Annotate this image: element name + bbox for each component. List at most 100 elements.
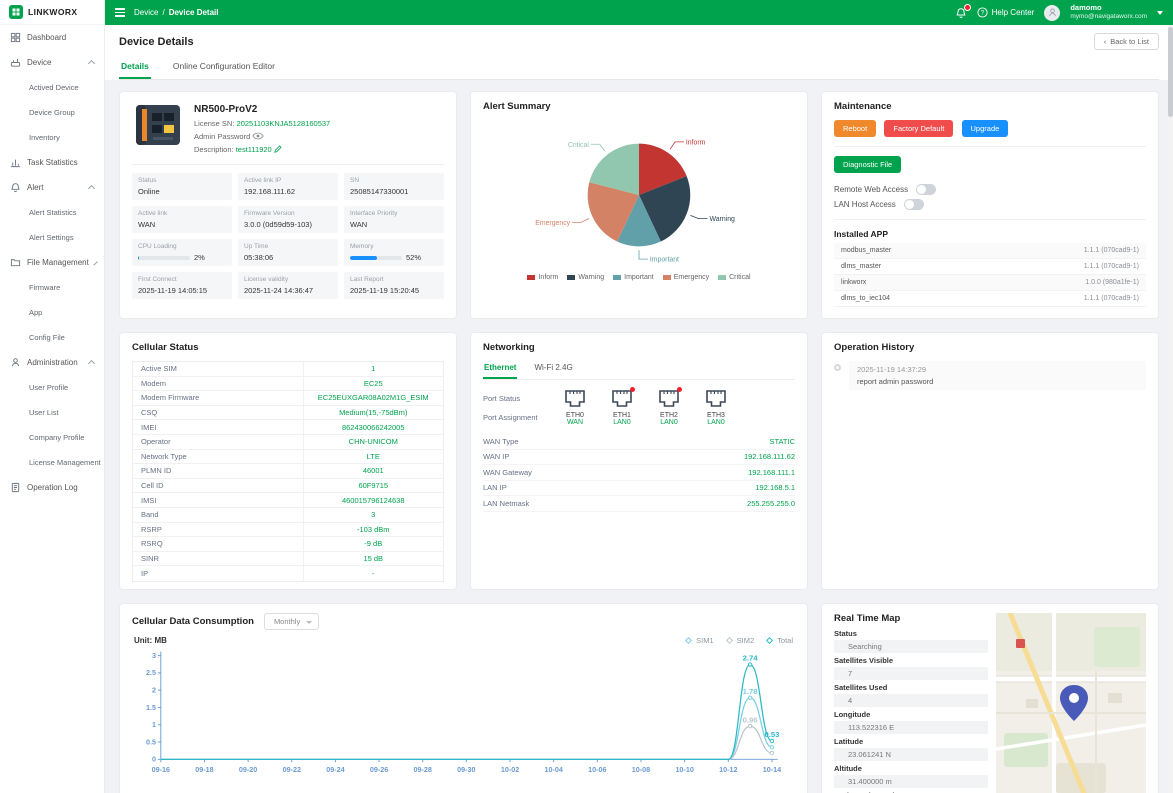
diagnostic-file-button[interactable]: Diagnostic File xyxy=(834,156,901,173)
legend-item-sim2[interactable]: SIM2 xyxy=(727,636,755,645)
notifications-button[interactable] xyxy=(955,7,967,19)
legend-item-important[interactable]: Important xyxy=(613,274,654,281)
divider xyxy=(834,219,1146,220)
svg-text:09-26: 09-26 xyxy=(370,765,388,774)
ethernet-port-icon xyxy=(705,389,727,408)
map-field-altitude: Altitude31.400000 m xyxy=(834,764,988,788)
svg-text:0.53: 0.53 xyxy=(764,730,779,739)
sidebar-item-alert-statistics[interactable]: Alert Statistics xyxy=(0,200,104,225)
upgrade-button[interactable]: Upgrade xyxy=(962,120,1009,137)
sidebar-item-dashboard[interactable]: Dashboard xyxy=(0,25,104,50)
table-row: WAN IP192.168.111.62 xyxy=(483,450,795,466)
avatar[interactable] xyxy=(1044,5,1060,21)
alert-icon xyxy=(10,182,21,193)
user-icon xyxy=(1047,7,1058,18)
sidebar-item-license-management[interactable]: License Management xyxy=(0,450,104,475)
cpu-progress-bar xyxy=(138,256,190,260)
help-center-button[interactable]: ? Help Center xyxy=(977,7,1035,18)
sidebar-item-device-group[interactable]: Device Group xyxy=(0,100,104,125)
map-field-latitude: Latitude23.061241 N xyxy=(834,737,988,761)
sidebar-item-device[interactable]: Device xyxy=(0,50,104,75)
sidebar-item-user-list[interactable]: User List xyxy=(0,400,104,425)
port-eth1: ETH1 LAN0 xyxy=(606,389,638,426)
license-line: License SN: 20251103KNJA5128160537 xyxy=(194,118,330,131)
sidebar-item-label: User Profile xyxy=(29,383,68,392)
map-field-satellites-visible: Satellites Visible7 xyxy=(834,656,988,680)
edit-pencil-icon[interactable] xyxy=(274,145,282,153)
sidebar-item-label: Task Statistics xyxy=(27,158,78,167)
legend-item-emergency[interactable]: Emergency xyxy=(663,274,709,281)
ethernet-port-icon xyxy=(611,389,633,408)
maintenance-card: Maintenance Reboot Factory Default Upgra… xyxy=(821,91,1159,319)
legend-marker xyxy=(766,637,773,644)
history-time: 2025-11-19 14:37:29 xyxy=(857,365,1138,374)
user-menu[interactable]: damomo mymo@navigataworx.com xyxy=(1070,4,1147,20)
table-row: Active SIM1 xyxy=(133,362,443,377)
tab-online-configuration-editor[interactable]: Online Configuration Editor xyxy=(171,58,277,79)
breadcrumb-section[interactable]: Device xyxy=(134,8,158,17)
table-row: SINR15 dB xyxy=(133,552,443,567)
lan-host-access-row: LAN Host Access xyxy=(834,199,1146,210)
sidebar-item-operation-log[interactable]: Operation Log xyxy=(0,475,104,500)
eye-icon[interactable] xyxy=(252,132,264,140)
divider xyxy=(834,146,1146,147)
sidebar-item-label: Operation Log xyxy=(27,483,78,492)
lan-host-access-toggle[interactable] xyxy=(904,199,924,210)
remote-web-access-toggle[interactable] xyxy=(916,184,936,195)
tab-ethernet[interactable]: Ethernet xyxy=(483,361,517,379)
stat-chip-first-connect: First Connect2025-11-19 14:05:15 xyxy=(132,272,232,299)
content: Device Details ‹Back to List Details Onl… xyxy=(105,25,1173,793)
sidebar-item-administration[interactable]: Administration xyxy=(0,350,104,375)
sidebar-item-file-management[interactable]: File Management xyxy=(0,250,104,275)
sidebar-item-company-profile[interactable]: Company Profile xyxy=(0,425,104,450)
scrollbar[interactable] xyxy=(1168,25,1173,793)
main-area: Device / Device Detail ? Help Center dam… xyxy=(105,0,1173,793)
sidebar-item-firmware[interactable]: Firmware xyxy=(0,275,104,300)
linkworx-logo-icon xyxy=(9,5,23,19)
real-time-map-title: Real Time Map xyxy=(834,613,988,624)
legend-item-sim1[interactable]: SIM1 xyxy=(686,636,714,645)
back-to-list-button[interactable]: ‹Back to List xyxy=(1094,33,1159,50)
sidebar-item-user-profile[interactable]: User Profile xyxy=(0,375,104,400)
sidebar-item-actived-device[interactable]: Actived Device xyxy=(0,75,104,100)
port-eth0: ETH0 WAN xyxy=(559,389,591,426)
chevron-down-icon[interactable] xyxy=(1157,11,1163,15)
chevron-up-icon xyxy=(88,60,95,67)
page-title: Device Details xyxy=(119,36,194,48)
table-row: RSRP-103 dBm xyxy=(133,523,443,538)
ethernet-port-icon xyxy=(564,389,586,408)
networking-rows: WAN TypeSTATIC WAN IP192.168.111.62 WAN … xyxy=(483,434,795,512)
cellular-status-card: Cellular Status Active SIM1 ModemEC25 Mo… xyxy=(119,332,457,590)
reboot-button[interactable]: Reboot xyxy=(834,120,876,137)
factory-default-button[interactable]: Factory Default xyxy=(884,120,953,137)
chevron-up-icon xyxy=(93,261,97,265)
sidebar-item-alert-settings[interactable]: Alert Settings xyxy=(0,225,104,250)
menu-toggle-icon[interactable] xyxy=(115,8,125,16)
stat-chip-interface-priority: Interface PriorityWAN xyxy=(344,206,444,233)
tab-wifi-24g[interactable]: Wi-Fi 2.4G xyxy=(533,361,573,379)
sidebar-item-label: Config File xyxy=(29,333,65,342)
memory-progress-bar xyxy=(350,256,402,260)
legend-item-warning[interactable]: Warning xyxy=(567,274,604,281)
svg-text:10-02: 10-02 xyxy=(501,765,519,774)
svg-text:Important: Important xyxy=(650,257,679,264)
tab-details[interactable]: Details xyxy=(119,58,151,79)
legend-item-inform[interactable]: Inform xyxy=(527,274,558,281)
legend-item-total[interactable]: Total xyxy=(767,636,793,645)
port-assignment-label: Port Assignment xyxy=(483,413,551,422)
svg-text:09-18: 09-18 xyxy=(195,765,213,774)
scrollbar-thumb[interactable] xyxy=(1168,27,1173,117)
sidebar-item-app[interactable]: App xyxy=(0,300,104,325)
sidebar-item-alert[interactable]: Alert xyxy=(0,175,104,200)
legend-item-critical[interactable]: Critical xyxy=(718,274,750,281)
table-row: LAN IP192.168.5.1 xyxy=(483,481,795,497)
sidebar-item-task-statistics[interactable]: Task Statistics xyxy=(0,150,104,175)
chevron-up-icon xyxy=(88,360,95,367)
map-view[interactable] xyxy=(996,613,1146,793)
period-select[interactable]: Monthly xyxy=(264,613,319,630)
brand[interactable]: LINKWORX xyxy=(0,0,104,25)
sidebar-item-inventory[interactable]: Inventory xyxy=(0,125,104,150)
svg-text:?: ? xyxy=(980,10,984,17)
history-entry: 2025-11-19 14:37:29 report admin passwor… xyxy=(834,361,1146,390)
sidebar-item-config-file[interactable]: Config File xyxy=(0,325,104,350)
